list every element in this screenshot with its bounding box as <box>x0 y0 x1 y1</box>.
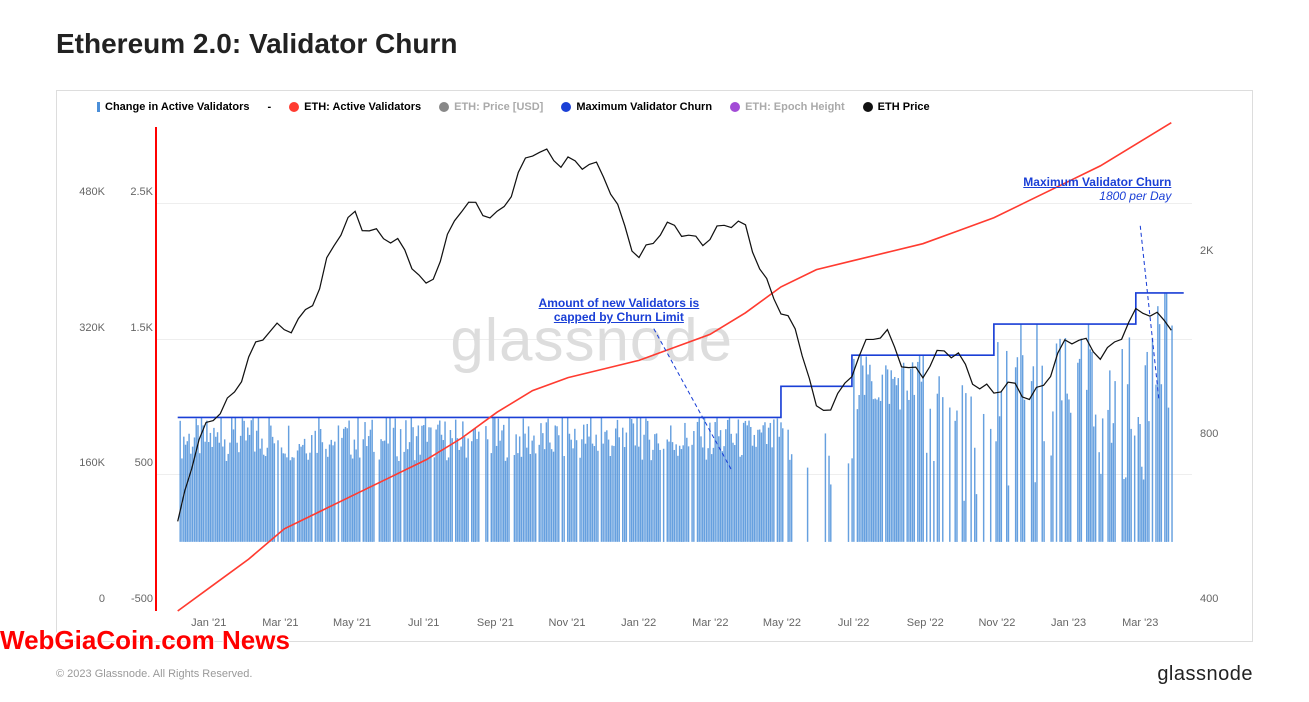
overlay-watermark: WebGiaCoin.com News <box>0 625 290 656</box>
legend-max-churn[interactable]: Maximum Validator Churn <box>561 101 712 113</box>
legend-eth-price[interactable]: ETH Price <box>863 101 930 113</box>
x-tick: Sep '22 <box>907 617 944 629</box>
legend: Change in Active Validators - ETH: Activ… <box>57 91 1252 113</box>
legend-epoch[interactable]: ETH: Epoch Height <box>730 101 845 113</box>
legend-dash: - <box>267 101 271 113</box>
x-tick: Nov '21 <box>549 617 586 629</box>
x-tick: Mar '23 <box>1122 617 1158 629</box>
legend-price-usd[interactable]: ETH: Price [USD] <box>439 101 543 113</box>
brand-logo: glassnode <box>1157 663 1253 686</box>
copyright: © 2023 Glassnode. All Rights Reserved. <box>56 668 252 680</box>
plot-area[interactable]: glassnode Amount of new Validators iscap… <box>157 127 1192 611</box>
legend-change[interactable]: Change in Active Validators <box>97 101 249 113</box>
x-axis: Jan '21Mar '21May '21Jul '21Sep '21Nov '… <box>157 617 1192 633</box>
y-axis-right: 400 800 2K <box>1200 127 1244 611</box>
annotation-max: Maximum Validator Churn1800 per Day <box>961 175 1171 203</box>
x-tick: May '21 <box>333 617 371 629</box>
x-tick: May '22 <box>763 617 801 629</box>
x-tick: Jul '22 <box>838 617 869 629</box>
x-tick: Nov '22 <box>978 617 1015 629</box>
x-tick: Sep '21 <box>477 617 514 629</box>
x-tick: Jul '21 <box>408 617 439 629</box>
chart-container: Change in Active Validators - ETH: Activ… <box>56 90 1253 642</box>
y-axis-left-outer: 0 160K 320K 480K <box>65 127 105 611</box>
x-tick: Jan '23 <box>1051 617 1086 629</box>
annotation-cap: Amount of new Validators iscapped by Chu… <box>509 296 729 324</box>
x-tick: Jan '22 <box>621 617 656 629</box>
legend-active[interactable]: ETH: Active Validators <box>289 101 421 113</box>
x-tick: Mar '22 <box>692 617 728 629</box>
chart-title: Ethereum 2.0: Validator Churn <box>0 0 1309 60</box>
y-axis-left-inner: -500 500 1.5K 2.5K <box>109 127 153 611</box>
